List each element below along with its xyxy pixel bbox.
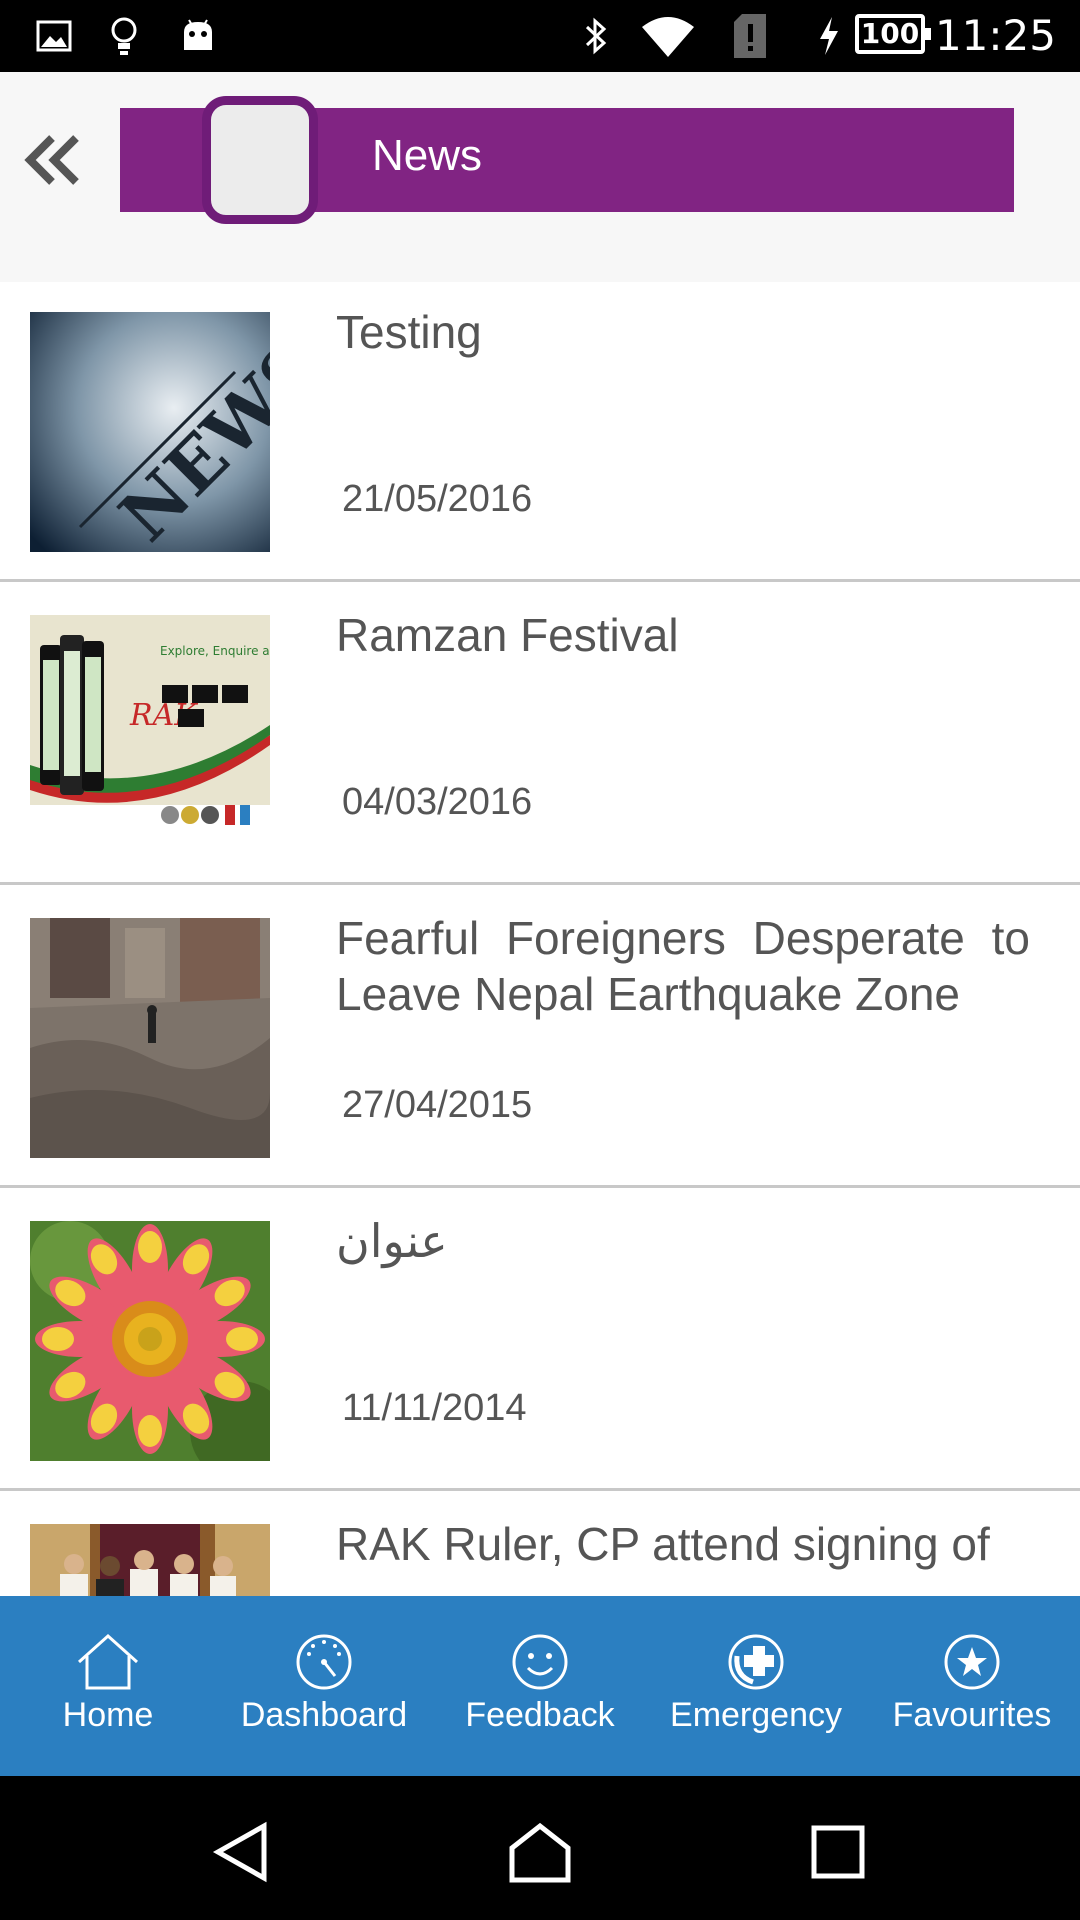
bottom-navigation: Home Dashboard Feedback Emergency Favour… — [0, 1596, 1080, 1776]
nav-dashboard-label: Dashboard — [240, 1696, 408, 1734]
recents-square-icon[interactable] — [806, 1820, 870, 1884]
section-icon — [202, 96, 318, 224]
nav-dashboard[interactable]: Dashboard — [216, 1596, 432, 1776]
flower-image — [30, 1221, 270, 1461]
news-list[interactable]: NEWS Testing 21/05/2016 RAK Explore, Enq… — [0, 282, 1080, 1596]
news-date: 21/05/2016 — [342, 478, 533, 520]
emergency-phone-icon — [723, 1632, 789, 1692]
battery-level: 100 — [855, 14, 931, 54]
nav-emergency-label: Emergency — [670, 1696, 842, 1734]
double-chevron-left-icon[interactable] — [22, 128, 86, 192]
news-title: Ramzan Festival — [336, 609, 679, 661]
list-item[interactable]: عنوان 11/11/2014 — [0, 1191, 1080, 1491]
dashboard-icon — [291, 1632, 357, 1692]
system-navigation-bar — [0, 1776, 1080, 1920]
list-item[interactable]: NEWS Testing 21/05/2016 — [0, 282, 1080, 582]
news-paper-image: NEWS — [30, 312, 270, 552]
nav-emergency[interactable]: Emergency — [648, 1596, 864, 1776]
news-date: 11/11/2014 — [342, 1387, 527, 1429]
nav-feedback[interactable]: Feedback — [432, 1596, 648, 1776]
news-title: Fearful Foreigners Desperate to Leave Ne… — [336, 912, 1030, 1020]
nav-favourites[interactable]: Favourites — [864, 1596, 1080, 1776]
wifi-icon — [636, 12, 700, 60]
earthquake-rubble-image — [30, 918, 270, 1158]
app-header: News — [0, 72, 1080, 282]
news-title: RAK Ruler, CP attend signing of — [336, 1518, 990, 1570]
page-title: News — [372, 131, 483, 180]
news-date: 27/04/2015 — [342, 1084, 533, 1126]
smiley-icon — [507, 1632, 573, 1692]
status-bar: 100 11:25 — [0, 0, 1080, 72]
clock: 11:25 — [934, 11, 1056, 60]
home-icon — [75, 1632, 141, 1692]
home-circle-icon[interactable] — [508, 1820, 572, 1884]
nav-favourites-label: Favourites — [892, 1696, 1052, 1734]
charging-icon — [814, 12, 844, 60]
back-triangle-icon[interactable] — [210, 1820, 274, 1884]
news-title: Testing — [336, 306, 482, 358]
image-icon — [34, 12, 74, 60]
list-item[interactable]: Fearful Foreigners Desperate to Leave Ne… — [0, 888, 1080, 1188]
list-item[interactable]: RAK Ruler, CP attend signing of — [0, 1494, 1080, 1596]
star-icon — [939, 1632, 1005, 1692]
officials-image — [30, 1524, 270, 1596]
news-title: عنوان — [336, 1215, 448, 1267]
list-item[interactable]: RAK Explore, Enquire and Engage! Ramzan … — [0, 585, 1080, 885]
title-bar: News — [120, 96, 1014, 224]
sim-alert-icon — [730, 12, 770, 60]
nav-home[interactable]: Home — [0, 1596, 216, 1776]
svg-text:Explore, Enquire and Engage!: Explore, Enquire and Engage! — [160, 644, 270, 658]
nav-home-label: Home — [62, 1696, 154, 1734]
bluetooth-icon — [578, 12, 614, 60]
lightbulb-icon — [106, 12, 142, 60]
nav-feedback-label: Feedback — [465, 1696, 615, 1734]
news-date: 04/03/2016 — [342, 781, 533, 823]
android-icon — [178, 12, 218, 60]
app-banner-image: RAK Explore, Enquire and Engage! — [30, 615, 270, 855]
